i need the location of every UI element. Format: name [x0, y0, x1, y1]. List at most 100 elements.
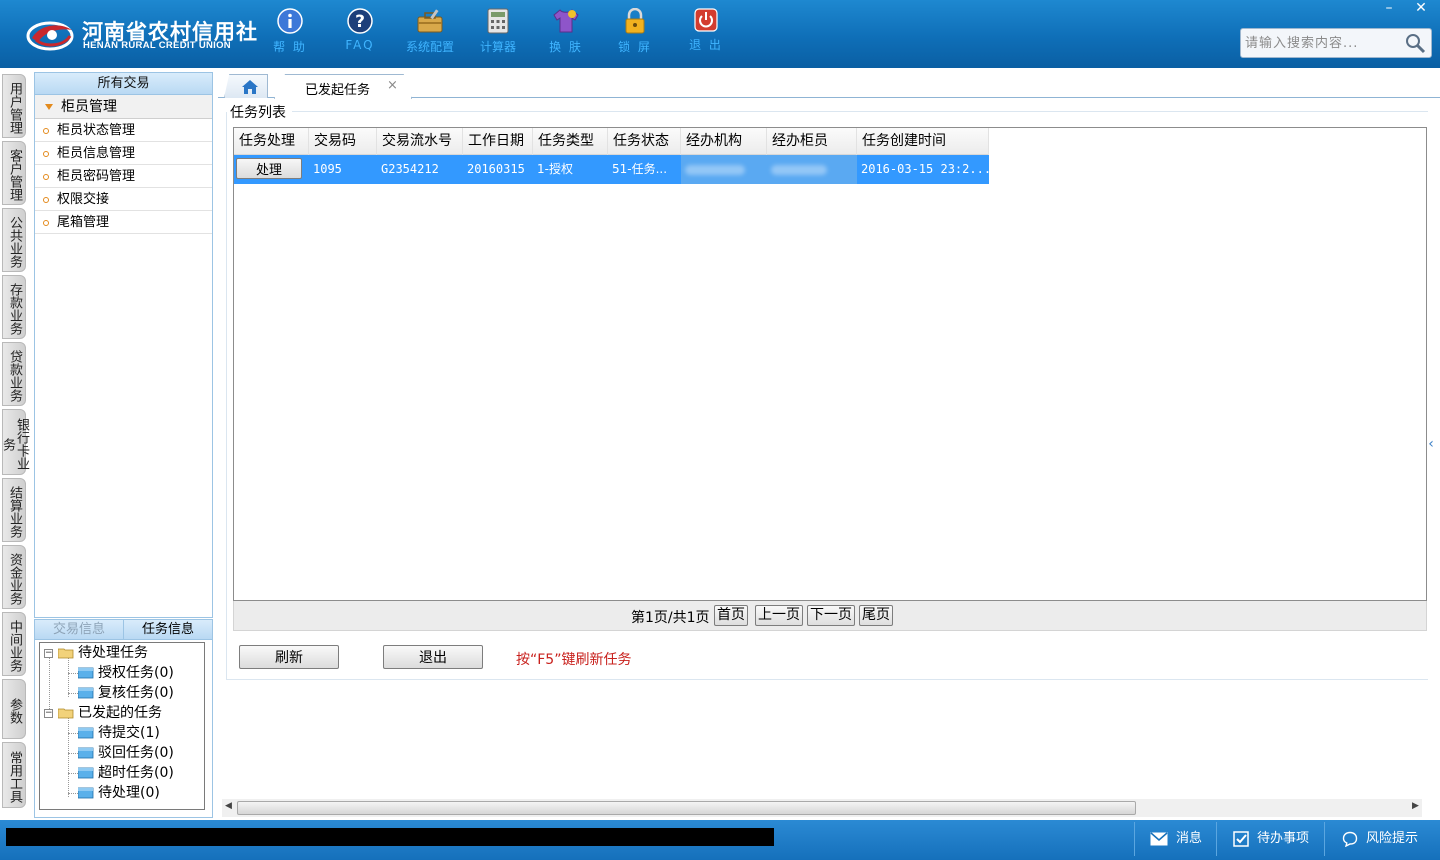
- nav-group-teller-management[interactable]: 柜员管理: [35, 95, 212, 119]
- task-tree: − 待处理任务 授权任务(0) 复核任务(0) − 已发起的任务 待提交(1) …: [39, 642, 205, 810]
- vtab-deposit-business[interactable]: 存款业务: [2, 275, 26, 339]
- process-task-button[interactable]: 处理: [236, 158, 302, 179]
- change-skin-button[interactable]: 换 肤: [536, 8, 596, 60]
- vtab-loan-business[interactable]: 贷款业务: [2, 342, 26, 406]
- collapse-toggle-icon[interactable]: −: [44, 709, 53, 718]
- collapse-panel-icon[interactable]: ‹: [1424, 424, 1438, 464]
- vtab-common-tools[interactable]: 常用工具: [2, 742, 26, 808]
- tree-node-timeout[interactable]: 超时任务(0): [78, 763, 174, 783]
- vtab-funds-business[interactable]: 资金业务: [2, 545, 26, 609]
- tree-node-label: 复核任务(0): [98, 685, 174, 701]
- column-header[interactable]: 工作日期: [463, 128, 533, 155]
- tab-transaction-info[interactable]: 交易信息: [35, 620, 124, 639]
- risk-alert-button[interactable]: 风险提示: [1342, 826, 1418, 852]
- calculator-icon: [487, 8, 509, 34]
- faq-label: FAQ: [345, 38, 375, 52]
- column-header[interactable]: 任务状态: [608, 128, 681, 155]
- search-box: [1240, 28, 1432, 58]
- column-header[interactable]: 交易流水号: [377, 128, 463, 155]
- vtab-public-business[interactable]: 公共业务: [2, 208, 26, 272]
- tree-node-review-tasks[interactable]: 复核任务(0): [78, 683, 174, 703]
- nav-group-label: 柜员管理: [61, 99, 117, 115]
- refresh-button[interactable]: 刷新: [239, 645, 339, 669]
- task-table: 任务处理 交易码 交易流水号 工作日期 任务类型 任务状态 经办机构 经办柜员 …: [233, 127, 1427, 601]
- exit-task-button[interactable]: 退出: [383, 645, 483, 669]
- tree-node-pending-tasks[interactable]: 待处理任务: [58, 643, 148, 663]
- vtab-bank-card-business[interactable]: 银行卡业务: [0, 409, 29, 475]
- todo-label: 待办事项: [1257, 831, 1310, 846]
- bullet-icon: [43, 219, 49, 226]
- risk-alert-label: 风险提示: [1366, 831, 1419, 846]
- next-page-button[interactable]: 下一页: [807, 605, 855, 626]
- collapse-toggle-icon[interactable]: −: [44, 649, 53, 658]
- tree-node-label: 已发起的任务: [78, 705, 162, 721]
- last-page-button[interactable]: 尾页: [859, 605, 893, 626]
- column-header[interactable]: 交易码: [309, 128, 377, 155]
- exit-button[interactable]: 退 出: [676, 8, 736, 60]
- cell-teller-redacted: [767, 155, 857, 184]
- search-input[interactable]: [1245, 33, 1401, 53]
- lock-screen-button[interactable]: 锁 屏: [605, 8, 665, 60]
- tree-connector: [68, 773, 78, 774]
- tab-close-icon[interactable]: ×: [387, 78, 398, 93]
- close-window-button[interactable]: ✕: [1406, 0, 1436, 18]
- search-icon[interactable]: [1403, 32, 1427, 54]
- column-header[interactable]: 任务创建时间: [857, 128, 989, 155]
- help-button[interactable]: 帮 助: [260, 8, 320, 60]
- first-page-button[interactable]: 首页: [714, 605, 748, 626]
- module-vertical-tabs: 用户管理 客户管理 公共业务 存款业务 贷款业务 银行卡业务 结算业务 资金业务…: [0, 68, 30, 820]
- nav-item-teller-info[interactable]: 柜员信息管理: [35, 142, 212, 165]
- nav-item-label: 权限交接: [57, 192, 110, 207]
- tab-initiated-tasks[interactable]: 已发起任务 ×: [274, 74, 412, 99]
- system-config-button[interactable]: 系统配置: [400, 8, 460, 60]
- column-header[interactable]: 任务处理: [234, 128, 309, 155]
- vtab-parameters[interactable]: 参数: [2, 679, 26, 739]
- vtab-user-management[interactable]: 用户管理: [2, 74, 26, 138]
- scroll-right-icon[interactable]: ▶: [1412, 801, 1419, 811]
- prev-page-button[interactable]: 上一页: [755, 605, 803, 626]
- home-icon: [242, 80, 258, 94]
- tree-node-rejected[interactable]: 驳回任务(0): [78, 743, 174, 763]
- task-list-legend: 任务列表: [230, 105, 286, 121]
- tree-node-to-submit[interactable]: 待提交(1): [78, 723, 160, 743]
- tree-node-to-process[interactable]: 待处理(0): [78, 783, 160, 803]
- horizontal-scrollbar[interactable]: ◀ ▶: [222, 799, 1422, 817]
- help-label: 帮 助: [273, 40, 307, 54]
- info-icon: [277, 8, 303, 34]
- nav-item-teller-status[interactable]: 柜员状态管理: [35, 119, 212, 142]
- nav-item-teller-password[interactable]: 柜员密码管理: [35, 165, 212, 188]
- vtab-settlement-business[interactable]: 结算业务: [2, 478, 26, 542]
- nav-item-permission-handover[interactable]: 权限交接: [35, 188, 212, 211]
- checkbox-icon: [1233, 831, 1249, 847]
- todo-button[interactable]: 待办事项: [1233, 826, 1309, 852]
- vtab-intermediate-business[interactable]: 中间业务: [2, 612, 26, 676]
- table-header: 任务处理 交易码 交易流水号 工作日期 任务类型 任务状态 经办机构 经办柜员 …: [234, 128, 989, 155]
- tab-task-info[interactable]: 任务信息: [124, 620, 212, 639]
- scrollbar-thumb[interactable]: [237, 801, 1136, 815]
- change-skin-label: 换 肤: [549, 40, 583, 54]
- tree-node-auth-tasks[interactable]: 授权任务(0): [78, 663, 174, 683]
- tree-node-label: 待提交(1): [98, 725, 160, 741]
- page-indicator: 第1页/共1页: [631, 610, 710, 626]
- column-header[interactable]: 经办机构: [681, 128, 767, 155]
- question-icon: ?: [347, 8, 373, 34]
- faq-button[interactable]: ? FAQ: [330, 8, 390, 60]
- tree-node-initiated-tasks[interactable]: 已发起的任务: [58, 703, 162, 723]
- content-rule: [226, 679, 1428, 680]
- brand-name-en: HENAN RURAL CREDIT UNION: [83, 40, 231, 51]
- exit-label: 退 出: [689, 38, 723, 52]
- tab-title: 已发起任务: [305, 83, 371, 98]
- calculator-button[interactable]: 计算器: [468, 8, 528, 60]
- vtab-customer-management[interactable]: 客户管理: [2, 141, 26, 205]
- minimize-button[interactable]: –: [1374, 0, 1404, 18]
- scroll-left-icon[interactable]: ◀: [225, 801, 232, 811]
- tab-home[interactable]: [224, 74, 268, 98]
- messages-label: 消息: [1176, 831, 1203, 846]
- calculator-label: 计算器: [479, 40, 516, 54]
- column-header[interactable]: 任务类型: [533, 128, 608, 155]
- status-separator: [1216, 822, 1217, 856]
- column-header[interactable]: 经办柜员: [767, 128, 857, 155]
- table-row[interactable]: 处理 1095 G2354212 20160315 1-授权 51-任务... …: [234, 155, 989, 184]
- nav-item-tail-box[interactable]: 尾箱管理: [35, 211, 212, 234]
- messages-button[interactable]: 消息: [1150, 826, 1202, 852]
